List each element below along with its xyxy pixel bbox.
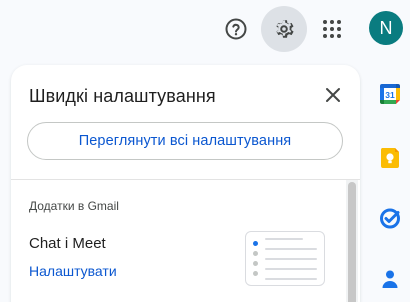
settings-icon	[276, 20, 294, 38]
close-icon	[326, 88, 340, 102]
apps-grid-icon	[323, 20, 341, 38]
calendar-icon: 31	[380, 84, 400, 104]
calendar-day-text: 31	[385, 90, 395, 100]
side-app-keep[interactable]	[378, 146, 402, 170]
side-app-tasks[interactable]	[378, 206, 402, 230]
settings-button[interactable]	[261, 6, 307, 52]
google-apps-button[interactable]	[309, 6, 355, 52]
support-button[interactable]	[213, 6, 259, 52]
side-app-calendar[interactable]: 31	[378, 82, 402, 106]
customize-link[interactable]: Налаштувати	[29, 263, 117, 279]
account-avatar[interactable]: N	[369, 11, 403, 45]
see-all-settings-button[interactable]: Переглянути всі налаштування	[27, 122, 343, 160]
top-bar: N	[0, 0, 410, 60]
close-button[interactable]	[320, 82, 346, 108]
quick-settings-title: Швидкі налаштування	[29, 86, 216, 106]
chat-meet-title: Chat і Meet	[29, 235, 106, 252]
scrollbar[interactable]	[346, 180, 358, 302]
contacts-icon	[382, 270, 398, 288]
side-panel: 31	[362, 60, 410, 302]
scrollbar-thumb[interactable]	[348, 182, 356, 302]
keep-icon	[380, 148, 399, 168]
divider	[11, 179, 360, 180]
side-app-contacts[interactable]	[378, 266, 402, 290]
chat-meet-thumbnail	[245, 231, 325, 286]
tasks-icon	[380, 208, 400, 229]
quick-settings-panel: Швидкі налаштування Переглянути всі нала…	[11, 65, 360, 302]
section-title-gmail-apps: Додатки в Gmail	[29, 199, 119, 213]
help-icon	[225, 18, 247, 40]
